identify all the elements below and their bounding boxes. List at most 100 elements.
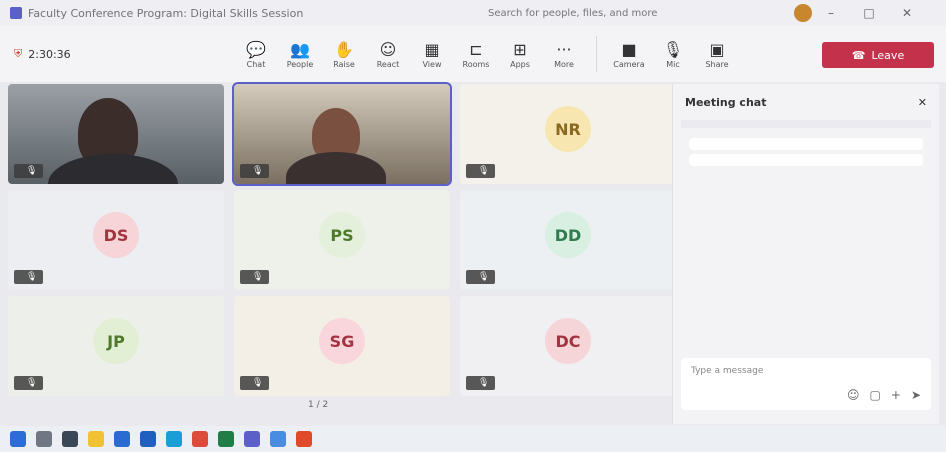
- meeting-timer: ⛨ 2:30:36: [14, 47, 214, 61]
- recording-icon[interactable]: [296, 431, 312, 447]
- minimize-button[interactable]: –: [812, 6, 850, 20]
- folder-icon[interactable]: [88, 431, 104, 447]
- participant-name: 🎙: [240, 164, 270, 178]
- participant-tile[interactable]: DS 🎙: [8, 190, 224, 290]
- participant-tile[interactable]: SG 🎙: [234, 296, 450, 396]
- participant-tile[interactable]: JP 🎙: [8, 296, 224, 396]
- attach-icon[interactable]: +: [891, 388, 901, 402]
- chat-message: [689, 138, 923, 150]
- apps-button[interactable]: ⊞ Apps: [498, 40, 542, 69]
- toolbar-label: Camera: [613, 59, 645, 69]
- view-icon: ▦: [424, 39, 440, 59]
- message-input[interactable]: Type a message: [691, 366, 763, 376]
- shield-icon: ⛨: [14, 47, 23, 60]
- participant-name: 🎙: [466, 376, 496, 390]
- search-icon[interactable]: [36, 431, 52, 447]
- share-button[interactable]: ▣ Share: [695, 40, 739, 69]
- mail-icon[interactable]: [140, 431, 156, 447]
- device-controls: ■ Camera 🎙 Mic ▣ Share: [607, 40, 739, 69]
- more-icon: ···: [556, 39, 572, 59]
- timer-label: 2:30:36: [28, 47, 71, 61]
- react-icon: ☺: [379, 39, 397, 59]
- participant-tile[interactable]: PS 🎙: [234, 190, 450, 290]
- react-button[interactable]: ☺ React: [366, 40, 410, 69]
- view-button[interactable]: ▦ View: [410, 40, 454, 69]
- toolbar-label: Raise: [333, 59, 355, 69]
- emoji-icon[interactable]: ☺: [847, 388, 860, 402]
- participant-name: 🎙: [14, 376, 44, 390]
- mic-button[interactable]: 🎙 Mic: [651, 40, 695, 69]
- toolbar-label: People: [286, 59, 314, 69]
- camera-button[interactable]: ■ Camera: [607, 40, 651, 69]
- chat-composer[interactable]: Type a message ☺ ▢ + ➤: [681, 358, 931, 410]
- profile-avatar[interactable]: [794, 4, 812, 22]
- participant-tile[interactable]: DC 🎙: [460, 296, 676, 396]
- composer-tools: ☺ ▢ + ➤: [847, 388, 921, 402]
- participant-name: 🎙: [466, 164, 496, 178]
- close-button[interactable]: ✕: [888, 6, 926, 20]
- mic-icon: 🎙: [26, 272, 38, 282]
- maximize-button[interactable]: □: [850, 6, 888, 20]
- toolbar-label: Chat: [246, 59, 266, 69]
- avatar: JP: [93, 318, 139, 364]
- start-icon[interactable]: [10, 431, 26, 447]
- window-title: Faculty Conference Program: Digital Skil…: [28, 6, 304, 20]
- toolbar-label: Rooms: [462, 59, 490, 69]
- participant-name: 🎙: [14, 270, 44, 284]
- leave-button[interactable]: ☎ Leave: [822, 42, 934, 68]
- share-icon: ▣: [709, 39, 725, 59]
- mic-icon: 🎙: [252, 272, 264, 282]
- mic-icon: 🎙: [252, 166, 264, 176]
- send-icon[interactable]: ➤: [911, 388, 921, 402]
- search-input[interactable]: Search for people, files, and more: [488, 8, 788, 19]
- people-icon: 👥: [290, 39, 310, 59]
- task-view-icon[interactable]: [62, 431, 78, 447]
- chat-header: Meeting chat ✕: [673, 84, 939, 120]
- mic-icon: 🎙: [478, 272, 490, 282]
- mic-icon: 🎙: [26, 378, 38, 388]
- avatar: DS: [93, 212, 139, 258]
- gallery-pagination[interactable]: 1 / 2: [308, 400, 328, 410]
- participant-video-tile[interactable]: 🎙: [8, 84, 224, 184]
- more-button[interactable]: ··· More: [542, 40, 586, 69]
- avatar: PS: [319, 212, 365, 258]
- participant-body: [48, 154, 178, 184]
- edge-icon[interactable]: [166, 431, 182, 447]
- mic-icon: 🎙: [252, 378, 264, 388]
- rooms-icon: ⊏: [469, 39, 483, 59]
- taskbar: [0, 426, 946, 452]
- participant-body: [286, 152, 386, 184]
- mic-icon: 🎙: [478, 166, 490, 176]
- phone-icon: ☎: [851, 48, 866, 62]
- meeting-chat-panel: Meeting chat ✕ Type a message ☺ ▢ + ➤: [672, 84, 939, 424]
- toolbar-label: Share: [705, 59, 729, 69]
- store-icon[interactable]: [114, 431, 130, 447]
- participant-tile[interactable]: DD 🎙: [460, 190, 676, 290]
- excel-icon[interactable]: [218, 431, 234, 447]
- video-stage: 🎙 🎙 NR 🎙 DS 🎙 PS 🎙 DD 🎙 JP 🎙 SG 🎙 DC 🎙 1…: [8, 82, 676, 424]
- raise-hand-icon: ✋: [334, 39, 354, 59]
- raise-hand-button[interactable]: ✋ Raise: [322, 40, 366, 69]
- title-bar: Faculty Conference Program: Digital Skil…: [0, 0, 946, 26]
- rooms-button[interactable]: ⊏ Rooms: [454, 40, 498, 69]
- toolbar-label: Apps: [510, 59, 530, 69]
- chat-title: Meeting chat: [685, 95, 767, 109]
- participant-name: 🎙: [240, 376, 270, 390]
- chrome-icon[interactable]: [192, 431, 208, 447]
- chat-button[interactable]: 💬 Chat: [234, 40, 278, 69]
- toolbar-label: Mic: [666, 59, 680, 69]
- avatar: SG: [319, 318, 365, 364]
- participant-video-tile-active[interactable]: 🎙: [232, 82, 452, 186]
- toolbar-divider: [596, 36, 597, 72]
- mic-icon: 🎙: [478, 378, 490, 388]
- gif-icon[interactable]: ▢: [870, 388, 881, 402]
- close-chat-icon[interactable]: ✕: [918, 96, 927, 109]
- leave-label: Leave: [871, 48, 905, 62]
- participant-name: 🎙: [240, 270, 270, 284]
- toolbar-label: React: [376, 59, 400, 69]
- people-button[interactable]: 👥 People: [278, 40, 322, 69]
- teams-icon[interactable]: [244, 431, 260, 447]
- avatar: DC: [545, 318, 591, 364]
- participant-tile[interactable]: NR 🎙: [460, 84, 676, 184]
- app-icon[interactable]: [270, 431, 286, 447]
